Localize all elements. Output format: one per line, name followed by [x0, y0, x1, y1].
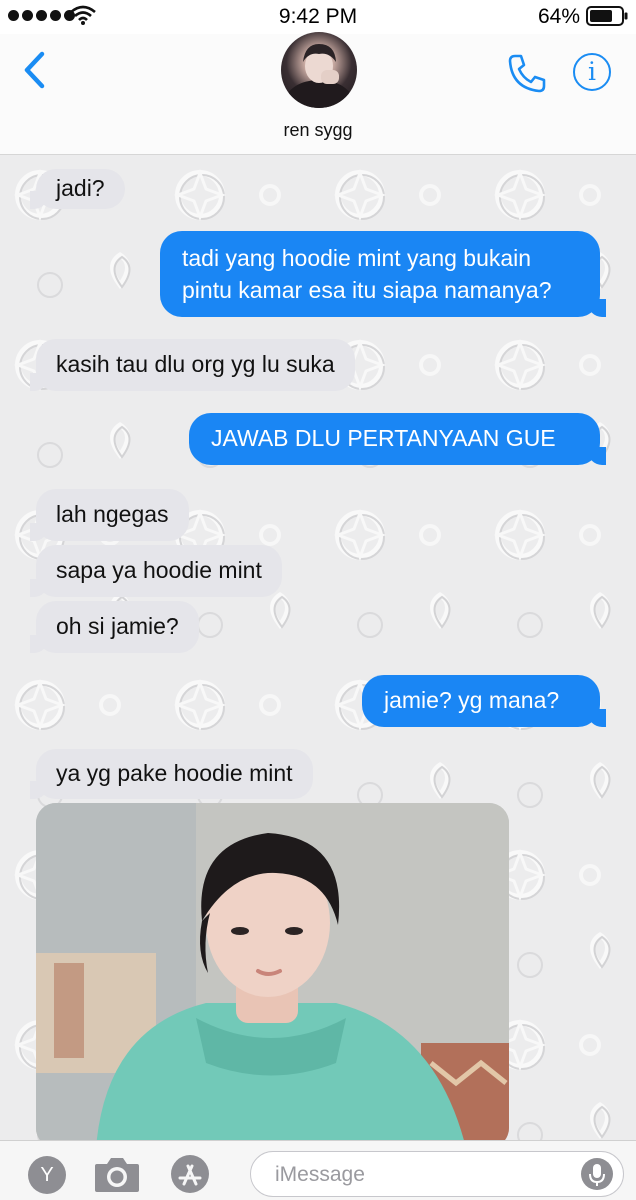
apps-button[interactable]: Y: [28, 1156, 66, 1194]
camera-button[interactable]: [93, 1154, 141, 1194]
message-incoming[interactable]: oh si jamie?: [30, 601, 199, 653]
status-bar: 9:42 PM 64%: [0, 0, 636, 34]
message-incoming[interactable]: ya yg pake hoodie mint: [30, 749, 313, 799]
photo-message[interactable]: [36, 803, 509, 1140]
conversation-header: ren sygg i: [0, 32, 636, 155]
message-outgoing[interactable]: jamie? yg mana?: [362, 675, 606, 727]
message-incoming[interactable]: jadi?: [30, 169, 125, 209]
camera-icon: [95, 1158, 139, 1192]
photo-image: [36, 803, 509, 1140]
imessage-placeholder: iMessage: [275, 1163, 365, 1186]
battery-percentage: 64%: [537, 5, 580, 28]
compose-bar: Y iMessage: [0, 1140, 636, 1200]
chevron-left-icon: [24, 51, 45, 89]
phone-icon: [508, 54, 546, 93]
imessage-input[interactable]: iMessage: [250, 1151, 624, 1197]
contact-avatar[interactable]: [281, 32, 357, 108]
message-incoming[interactable]: kasih tau dlu org yg lu suka: [30, 339, 355, 391]
apps-icon: Y: [40, 1164, 54, 1186]
dictation-button[interactable]: [581, 1158, 613, 1190]
call-button[interactable]: [506, 52, 548, 94]
microphone-icon: [589, 1164, 605, 1186]
app-store-button[interactable]: [170, 1154, 210, 1194]
message-incoming[interactable]: lah ngegas: [30, 489, 189, 541]
back-button[interactable]: [18, 50, 52, 90]
message-thread[interactable]: jadi? tadi yang hoodie mint yang bukain …: [0, 155, 636, 1140]
contact-name[interactable]: ren sygg: [0, 120, 636, 141]
info-button[interactable]: i: [573, 53, 611, 91]
app-store-icon: [171, 1155, 209, 1193]
info-icon: i: [588, 57, 596, 86]
message-incoming[interactable]: sapa ya hoodie mint: [30, 545, 282, 597]
battery-icon: [586, 6, 628, 26]
message-outgoing[interactable]: JAWAB DLU PERTANYAAN GUE: [189, 413, 606, 465]
message-outgoing[interactable]: tadi yang hoodie mint yang bukain pintu …: [160, 231, 606, 317]
avatar-photo: [285, 44, 353, 108]
